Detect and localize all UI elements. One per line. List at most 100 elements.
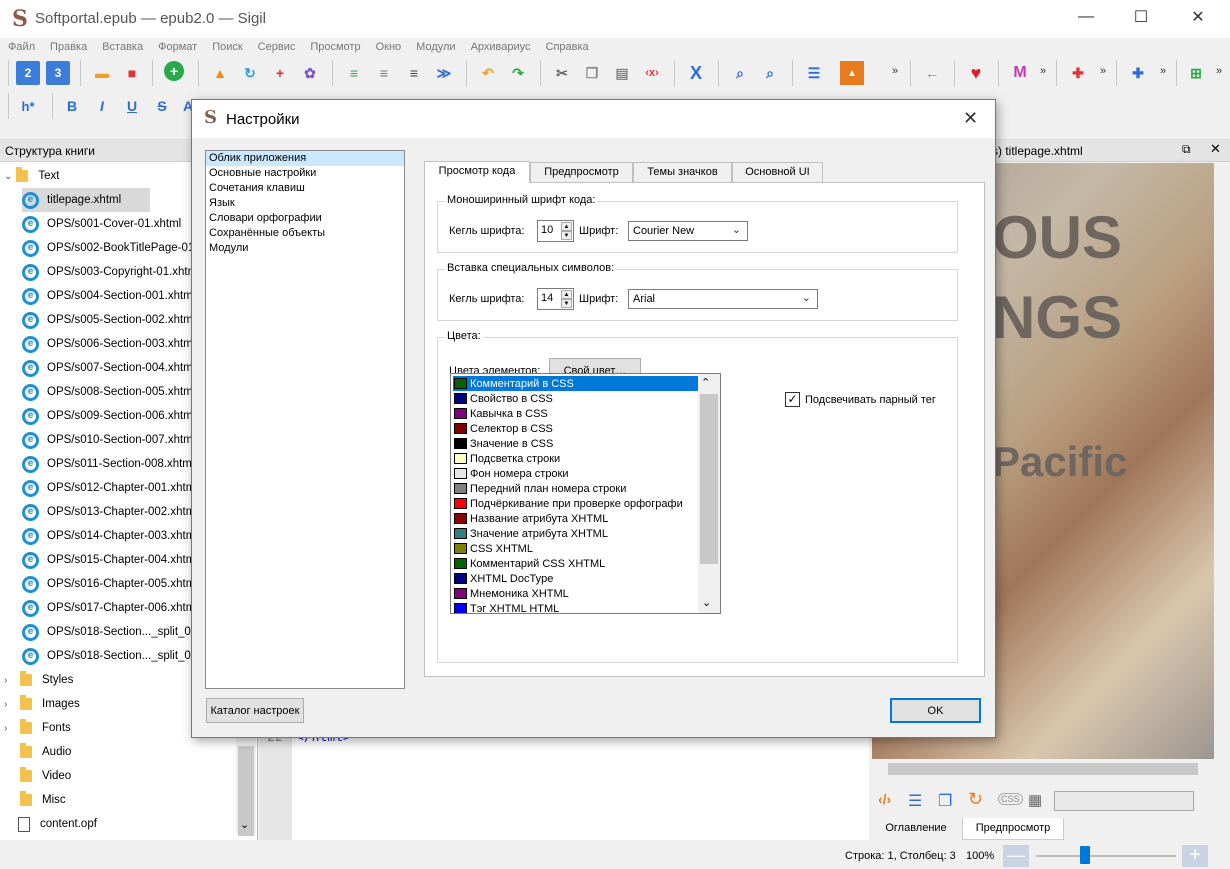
mono-size-spinbox[interactable]: 10 ▲ ▼ (537, 220, 574, 242)
menu-plugins[interactable]: Модули (408, 38, 462, 56)
tab-icon-themes[interactable]: Темы значков (633, 162, 732, 182)
settings-category-item[interactable]: Сочетания клавиш (206, 181, 404, 196)
m-plugin-icon[interactable]: M (1008, 61, 1032, 85)
color-item[interactable]: Значение в CSS (453, 436, 698, 451)
ok-button[interactable]: OK (890, 698, 981, 723)
file-content-opf[interactable]: content.opf (18, 812, 97, 836)
search-heart-icon[interactable]: ⌕ (758, 61, 782, 85)
element-color-list[interactable]: Комментарий в CSS Свойство в CSS Кавычка в… (450, 373, 721, 614)
color-item[interactable]: Передний план номера строки (453, 481, 698, 496)
menu-checkpoints[interactable]: Архивариус (463, 38, 538, 56)
settings-category-item[interactable]: Сохранённые объекты (206, 226, 404, 241)
menu-format[interactable]: Формат (150, 38, 204, 56)
mono-font-combo[interactable]: Courier New ⌄ (628, 221, 748, 241)
menu-edit[interactable]: Правка (42, 38, 94, 56)
preview-url-field[interactable] (1054, 791, 1194, 811)
move-up-icon[interactable]: ▲ (208, 61, 232, 85)
expand-chevron-icon[interactable]: › (4, 675, 16, 686)
color-item[interactable]: Комментарий CSS XHTML (453, 556, 698, 571)
color-item[interactable]: Кавычка в CSS (453, 406, 698, 421)
plugin-6-icon[interactable]: ✚ (1126, 61, 1150, 85)
settings-category-item[interactable]: Основные настройки (206, 166, 404, 181)
toc-icon[interactable]: ☰ (802, 61, 826, 85)
settings-category-item[interactable]: Модули (206, 241, 404, 256)
settings-gear-icon[interactable]: ✿ (298, 61, 322, 85)
puzzle-icon[interactable]: ✚ (1066, 61, 1090, 85)
dialog-close-icon[interactable]: ✕ (963, 108, 978, 129)
refresh-icon[interactable]: ↻ (238, 61, 262, 85)
more-icon[interactable]: » (892, 65, 898, 77)
x-tool-icon[interactable]: X (684, 61, 708, 85)
color-item[interactable]: CSS XHTML (453, 541, 698, 556)
close-panel-icon[interactable]: ✕ (1210, 141, 1221, 157)
close-window-button[interactable]: ✕ (1175, 0, 1221, 34)
preview-vscroll[interactable] (1214, 163, 1230, 759)
color-item[interactable]: Свойство в CSS (453, 391, 698, 406)
preview-hscroll[interactable] (872, 760, 1212, 778)
tab-preview-settings[interactable]: Предпросмотр (530, 162, 633, 182)
split-icon[interactable]: ≡ (342, 61, 366, 85)
collapse-chevron-icon[interactable]: ⌄ (4, 171, 12, 182)
undo-icon[interactable]: ↶ (476, 61, 500, 85)
menu-search[interactable]: Поиск (204, 38, 249, 56)
settings-category-item[interactable]: Язык (206, 196, 404, 211)
maximize-button[interactable]: ☐ (1118, 0, 1164, 34)
italic-icon[interactable]: I (90, 94, 114, 118)
minimize-button[interactable]: — (1063, 0, 1109, 34)
zoom-in-button[interactable]: + (1182, 845, 1208, 867)
special-font-combo[interactable]: Arial ⌄ (628, 289, 818, 309)
search-icon[interactable]: ⌕ (728, 61, 752, 85)
copy-icon[interactable]: ❐ (580, 61, 604, 85)
image-icon[interactable]: ▲ (840, 61, 864, 85)
strikethrough-icon[interactable]: S (150, 94, 174, 118)
back-arrow-icon[interactable]: ← (920, 61, 944, 85)
merge-icon[interactable]: ≡ (372, 61, 396, 85)
plugin-tree-icon[interactable]: ⊞ (1184, 61, 1208, 85)
special-size-spinbox[interactable]: 14 ▲ ▼ (537, 288, 574, 310)
more-icon[interactable]: » (1216, 65, 1222, 77)
folder-item[interactable]: › Styles (0, 668, 73, 692)
zoom-slider[interactable] (1036, 846, 1176, 864)
color-list-scrollbar[interactable]: ⌃ ⌄ (698, 374, 720, 613)
folder-item[interactable]: Video (0, 764, 71, 788)
underline-icon[interactable]: U (120, 94, 144, 118)
more-icon[interactable]: » (1100, 65, 1106, 77)
file-item[interactable]: e titlepage.xhtml (22, 188, 150, 212)
save-icon[interactable]: ■ (120, 61, 144, 85)
open-folder-icon[interactable]: ▬ (90, 61, 114, 85)
menu-view[interactable]: Просмотр (302, 38, 367, 56)
paste-icon[interactable]: ▤ (610, 61, 634, 85)
color-item[interactable]: Фон номера строки (453, 466, 698, 481)
add-file-icon[interactable]: + (164, 61, 184, 81)
tab-toc[interactable]: Оглавление (872, 818, 960, 840)
menu-help[interactable]: Справка (538, 38, 596, 56)
list-arrow-icon[interactable]: ≫ (432, 61, 456, 85)
expand-chevron-icon[interactable]: › (4, 699, 16, 710)
menu-window[interactable]: Окно (368, 38, 409, 56)
reload-icon[interactable]: ↻ (968, 789, 983, 810)
heart-icon[interactable]: ♥ (964, 61, 988, 85)
color-item[interactable]: Название атрибута XHTML (453, 511, 698, 526)
tab-main-ui[interactable]: Основной UI (732, 162, 823, 182)
zoom-out-button[interactable]: — (1003, 845, 1029, 867)
scroll-down-icon[interactable]: ⌄ (240, 818, 249, 831)
epub2-icon[interactable]: 2 (16, 61, 40, 85)
folder-text[interactable]: ⌄ Text (0, 164, 59, 188)
color-item[interactable]: Комментарий в CSS (453, 376, 698, 391)
more-icon[interactable]: » (1040, 65, 1046, 77)
settings-category-list[interactable]: Облик приложения Основные настройки Сочета… (205, 150, 405, 689)
menu-insert[interactable]: Вставка (94, 38, 150, 56)
undock-icon[interactable]: ⧉ (1182, 142, 1191, 157)
folder-item[interactable]: › Fonts (0, 716, 71, 740)
folder-item[interactable]: Audio (0, 740, 71, 764)
settings-category-item[interactable]: Словари орфографии (206, 211, 404, 226)
settings-category-item[interactable]: Облик приложения (206, 151, 404, 166)
css-icon[interactable]: CSS (998, 793, 1023, 805)
settings-catalog-button[interactable]: Каталог настроек (206, 698, 304, 723)
more-icon[interactable]: » (1160, 65, 1166, 77)
color-item[interactable]: Мнемоника XHTML (453, 586, 698, 601)
bold-icon[interactable]: B (60, 94, 84, 118)
color-item[interactable]: Подсветка строки (453, 451, 698, 466)
tab-code-view[interactable]: Просмотр кода (424, 161, 530, 183)
color-item[interactable]: Подчёркивание при проверке орфографи (453, 496, 698, 511)
